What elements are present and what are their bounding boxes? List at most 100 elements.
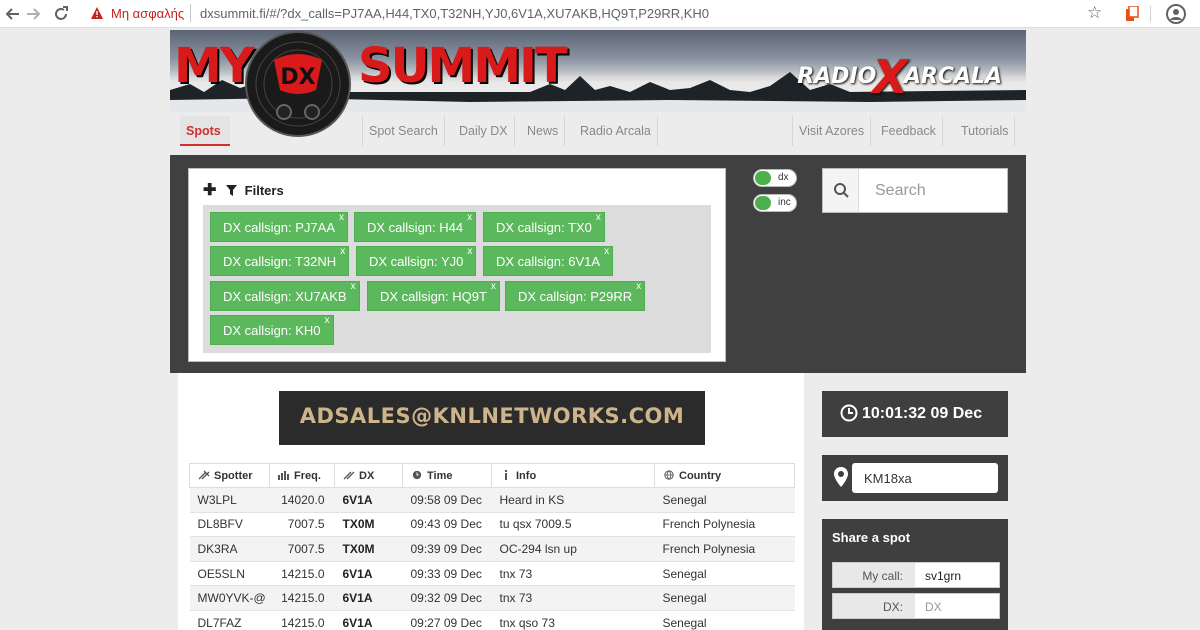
my-call-input[interactable]: sv1grn: [925, 569, 961, 583]
tab-spots[interactable]: Spots: [180, 116, 230, 146]
warning-icon[interactable]: [90, 6, 104, 20]
table-row[interactable]: DL7FAZ 14215.0 6V1A 09:27 09 Dec tnx qso…: [189, 610, 795, 630]
remove-chip-icon[interactable]: x: [339, 203, 344, 233]
dx-logo-disc[interactable]: DX: [244, 30, 352, 138]
table-row[interactable]: DL8BFV 7007.5 TX0M 09:43 09 Dec tu qsx 7…: [189, 512, 795, 538]
cell-dx[interactable]: 6V1A: [334, 610, 403, 630]
filter-chip[interactable]: DX callsign: HQ9T x: [367, 281, 500, 311]
cell-dx[interactable]: 6V1A: [334, 487, 403, 513]
filter-chip[interactable]: DX callsign: PJ7AA x: [210, 212, 348, 242]
cell-spotter[interactable]: W3LPL: [189, 487, 270, 513]
bar-chart-icon: [278, 470, 289, 480]
cell-country: Senegal: [654, 610, 795, 630]
cell-freq[interactable]: 7007.5: [269, 536, 335, 562]
search-icon[interactable]: [823, 169, 859, 212]
cell-freq[interactable]: 14215.0: [269, 561, 335, 587]
dx-toggle[interactable]: dx: [753, 169, 797, 187]
col-spotter[interactable]: Spotter: [189, 463, 270, 488]
remove-chip-icon[interactable]: x: [596, 203, 601, 233]
tab-spot-search[interactable]: Spot Search: [362, 116, 445, 146]
table-row[interactable]: OE5SLN 14215.0 6V1A 09:33 09 Dec tnx 73 …: [189, 561, 795, 587]
map-pin-icon: [834, 467, 848, 487]
filter-chip[interactable]: DX callsign: TX0 x: [483, 212, 605, 242]
cell-spotter[interactable]: MW0YVK-@: [189, 585, 270, 611]
remove-chip-icon[interactable]: x: [467, 237, 472, 267]
back-arrow-icon[interactable]: [4, 5, 22, 23]
cell-time: 09:39 09 Dec: [402, 536, 492, 562]
radio-arcala-logo[interactable]: RADIOXARCALA: [797, 50, 1002, 104]
toolbar-divider: [1150, 6, 1151, 22]
cell-dx[interactable]: 6V1A: [334, 585, 403, 611]
remove-chip-icon[interactable]: x: [467, 203, 472, 233]
tab-tutorials[interactable]: Tutorials: [955, 116, 1016, 146]
tab-news[interactable]: News: [521, 116, 566, 146]
cell-dx[interactable]: TX0M: [334, 536, 403, 562]
table-row[interactable]: W3LPL 14020.0 6V1A 09:58 09 Dec Heard in…: [189, 487, 795, 513]
table-row[interactable]: DK3RA 7007.5 TX0M 09:39 09 Dec OC-294 ls…: [189, 536, 795, 562]
cell-freq[interactable]: 14020.0: [269, 487, 335, 513]
my-call-field[interactable]: My call: sv1grn: [832, 562, 1000, 588]
cell-spotter[interactable]: OE5SLN: [189, 561, 270, 587]
filter-chip[interactable]: DX callsign: T32NH x: [210, 246, 350, 276]
col-country[interactable]: Country: [654, 463, 795, 488]
reload-icon[interactable]: [52, 5, 70, 23]
col-info[interactable]: Info: [491, 463, 655, 488]
cell-time: 09:32 09 Dec: [402, 585, 492, 611]
cell-info: tu qsx 7009.5: [491, 512, 655, 538]
cell-country: French Polynesia: [654, 536, 795, 562]
cell-spotter[interactable]: DK3RA: [189, 536, 270, 562]
inc-toggle[interactable]: inc: [753, 194, 797, 212]
tab-radio-arcala[interactable]: Radio Arcala: [574, 116, 658, 146]
col-dx[interactable]: DX: [334, 463, 403, 488]
col-freq[interactable]: Freq.: [269, 463, 335, 488]
dx-field[interactable]: DX: DX: [832, 593, 1000, 619]
remove-chip-icon[interactable]: x: [351, 272, 356, 302]
search-input[interactable]: Search: [875, 182, 926, 200]
cell-spotter[interactable]: DL7FAZ: [189, 610, 270, 630]
locator-input[interactable]: KM18xa: [852, 463, 998, 493]
dx-input[interactable]: DX: [925, 600, 942, 614]
forward-arrow-icon[interactable]: [24, 5, 42, 23]
ad-banner[interactable]: ADSALES@KNLNETWORKS.COM: [279, 391, 705, 445]
remove-chip-icon[interactable]: x: [636, 272, 641, 302]
filters-header[interactable]: ✚ Filters: [203, 180, 284, 200]
cell-freq[interactable]: 7007.5: [269, 512, 335, 538]
filter-chip[interactable]: DX callsign: KH0 x: [210, 315, 334, 345]
cell-freq[interactable]: 14215.0: [269, 610, 335, 630]
remove-chip-icon[interactable]: x: [340, 237, 345, 267]
cell-freq[interactable]: 14215.0: [269, 585, 335, 611]
clock-icon: [840, 404, 858, 422]
filter-chip[interactable]: DX callsign: 6V1A x: [483, 246, 614, 276]
cell-dx[interactable]: 6V1A: [334, 561, 403, 587]
plus-icon[interactable]: ✚: [203, 182, 216, 199]
filter-chip[interactable]: DX callsign: H44 x: [354, 212, 477, 242]
table-row[interactable]: MW0YVK-@ 14215.0 6V1A 09:32 09 Dec tnx 7…: [189, 585, 795, 611]
share-spot-panel: Share a spot My call: sv1grn DX: DX: [822, 519, 1008, 630]
cell-dx[interactable]: TX0M: [334, 512, 403, 538]
tab-visit-azores[interactable]: Visit Azores: [792, 116, 872, 146]
col-time[interactable]: Time: [402, 463, 492, 488]
clock-time: 10:01:32 09 Dec: [862, 405, 983, 422]
cell-info: Heard in KS: [491, 487, 655, 513]
search-box[interactable]: Search: [822, 168, 1008, 213]
remove-chip-icon[interactable]: x: [325, 306, 330, 336]
filter-chip[interactable]: DX callsign: XU7AKB x: [210, 281, 360, 311]
remove-chip-icon[interactable]: x: [491, 272, 496, 302]
filter-chips: DX callsign: PJ7AA x DX callsign: H44 x DX…: [203, 205, 711, 353]
filter-chip-label: DX callsign: H44: [367, 220, 464, 235]
filter-chip[interactable]: DX callsign: P29RR x: [505, 281, 646, 311]
tab-daily-dx[interactable]: Daily DX: [453, 116, 515, 146]
extension-icon[interactable]: [1125, 6, 1139, 22]
insecure-label[interactable]: Μη ασφαλής: [111, 6, 184, 21]
filter-chip[interactable]: DX callsign: YJ0 x: [356, 246, 477, 276]
antenna-icon: [343, 471, 355, 479]
filter-chip-label: DX callsign: P29RR: [518, 289, 633, 304]
address-bar[interactable]: dxsummit.fi/#/?dx_calls=PJ7AA,H44,TX0,T3…: [200, 6, 709, 21]
remove-chip-icon[interactable]: x: [604, 237, 609, 267]
account-icon[interactable]: [1166, 4, 1186, 24]
utc-clock: 10:01:32 09 Dec: [822, 391, 1008, 437]
cell-spotter[interactable]: DL8BFV: [189, 512, 270, 538]
inc-toggle-label: inc: [778, 197, 791, 208]
tab-feedback[interactable]: Feedback: [875, 116, 943, 146]
star-icon[interactable]: ☆: [1087, 3, 1102, 23]
